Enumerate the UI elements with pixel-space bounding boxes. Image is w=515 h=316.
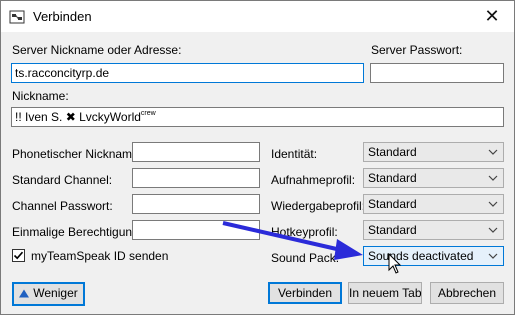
cancel-button[interactable]: Abbrechen [430,282,504,304]
nickname-prefix: !! Iven S. [15,110,63,124]
less-button-label: Weniger [33,286,78,300]
sound-pack-label: Sound Pack: [271,251,340,265]
teamspeak-connect-icon [9,10,25,24]
nickname-input[interactable]: !! Iven S. ✖ LvckyWorldcrew [11,107,504,127]
capture-profile-value: Standard [368,171,417,185]
capture-profile-select[interactable]: Standard [363,168,504,188]
chevron-down-icon [488,253,498,259]
sound-pack-value: Sounds deactivated [368,249,474,263]
send-myteamspeak-id-checkbox[interactable] [12,249,25,262]
connect-dialog: Verbinden ✕ Server Nickname oder Adresse… [0,0,515,315]
default-channel-label: Standard Channel: [12,173,113,187]
one-time-privilege-label: Einmalige Berechtigung: [12,225,143,239]
send-myteamspeak-id-label: myTeamSpeak ID senden [31,249,169,263]
nickname-label: Nickname: [12,89,69,103]
connect-button[interactable]: Verbinden [268,282,342,304]
chevron-down-icon [488,227,498,233]
hotkey-profile-select[interactable]: Standard [363,220,504,240]
server-password-label: Server Passwort: [371,43,463,57]
default-channel-input[interactable] [132,168,260,188]
close-icon[interactable]: ✕ [480,5,504,27]
phonetic-nickname-input[interactable] [132,142,260,162]
capture-profile-label: Aufnahmeprofil: [271,173,356,187]
chevron-down-icon [488,175,498,181]
hotkey-profile-label: Hotkeyprofil: [271,225,338,239]
channel-password-input[interactable] [132,194,260,214]
playback-profile-label: Wiedergabeprofil: [271,199,366,213]
server-address-input[interactable]: ts.racconcityrp.de [11,63,364,83]
nickname-name: LvckyWorld [79,110,141,124]
window-title: Verbinden [33,9,92,24]
nickname-suffix: crew [140,110,156,117]
identity-value: Standard [368,145,417,159]
chevron-down-icon [488,201,498,207]
hotkey-profile-value: Standard [368,223,417,237]
phonetic-nickname-label: Phonetischer Nickname: [12,147,143,161]
checkmark-icon [13,251,24,260]
new-tab-button[interactable]: In neuem Tab [348,282,422,304]
sound-pack-select[interactable]: Sounds deactivated [363,246,504,266]
chevron-down-icon [488,149,498,155]
server-address-label: Server Nickname oder Adresse: [12,43,182,57]
nickname-symbol: ✖ [65,110,76,124]
less-button[interactable]: Weniger [12,282,85,306]
server-password-input[interactable] [370,63,504,83]
playback-profile-value: Standard [368,197,417,211]
mouse-cursor-icon [388,253,402,274]
identity-select[interactable]: Standard [363,142,504,162]
one-time-privilege-input[interactable] [132,220,260,240]
identity-label: Identität: [271,147,318,161]
title-bar: Verbinden ✕ [1,1,514,32]
playback-profile-select[interactable]: Standard [363,194,504,214]
triangle-up-icon [19,289,30,298]
channel-password-label: Channel Passwort: [12,199,113,213]
